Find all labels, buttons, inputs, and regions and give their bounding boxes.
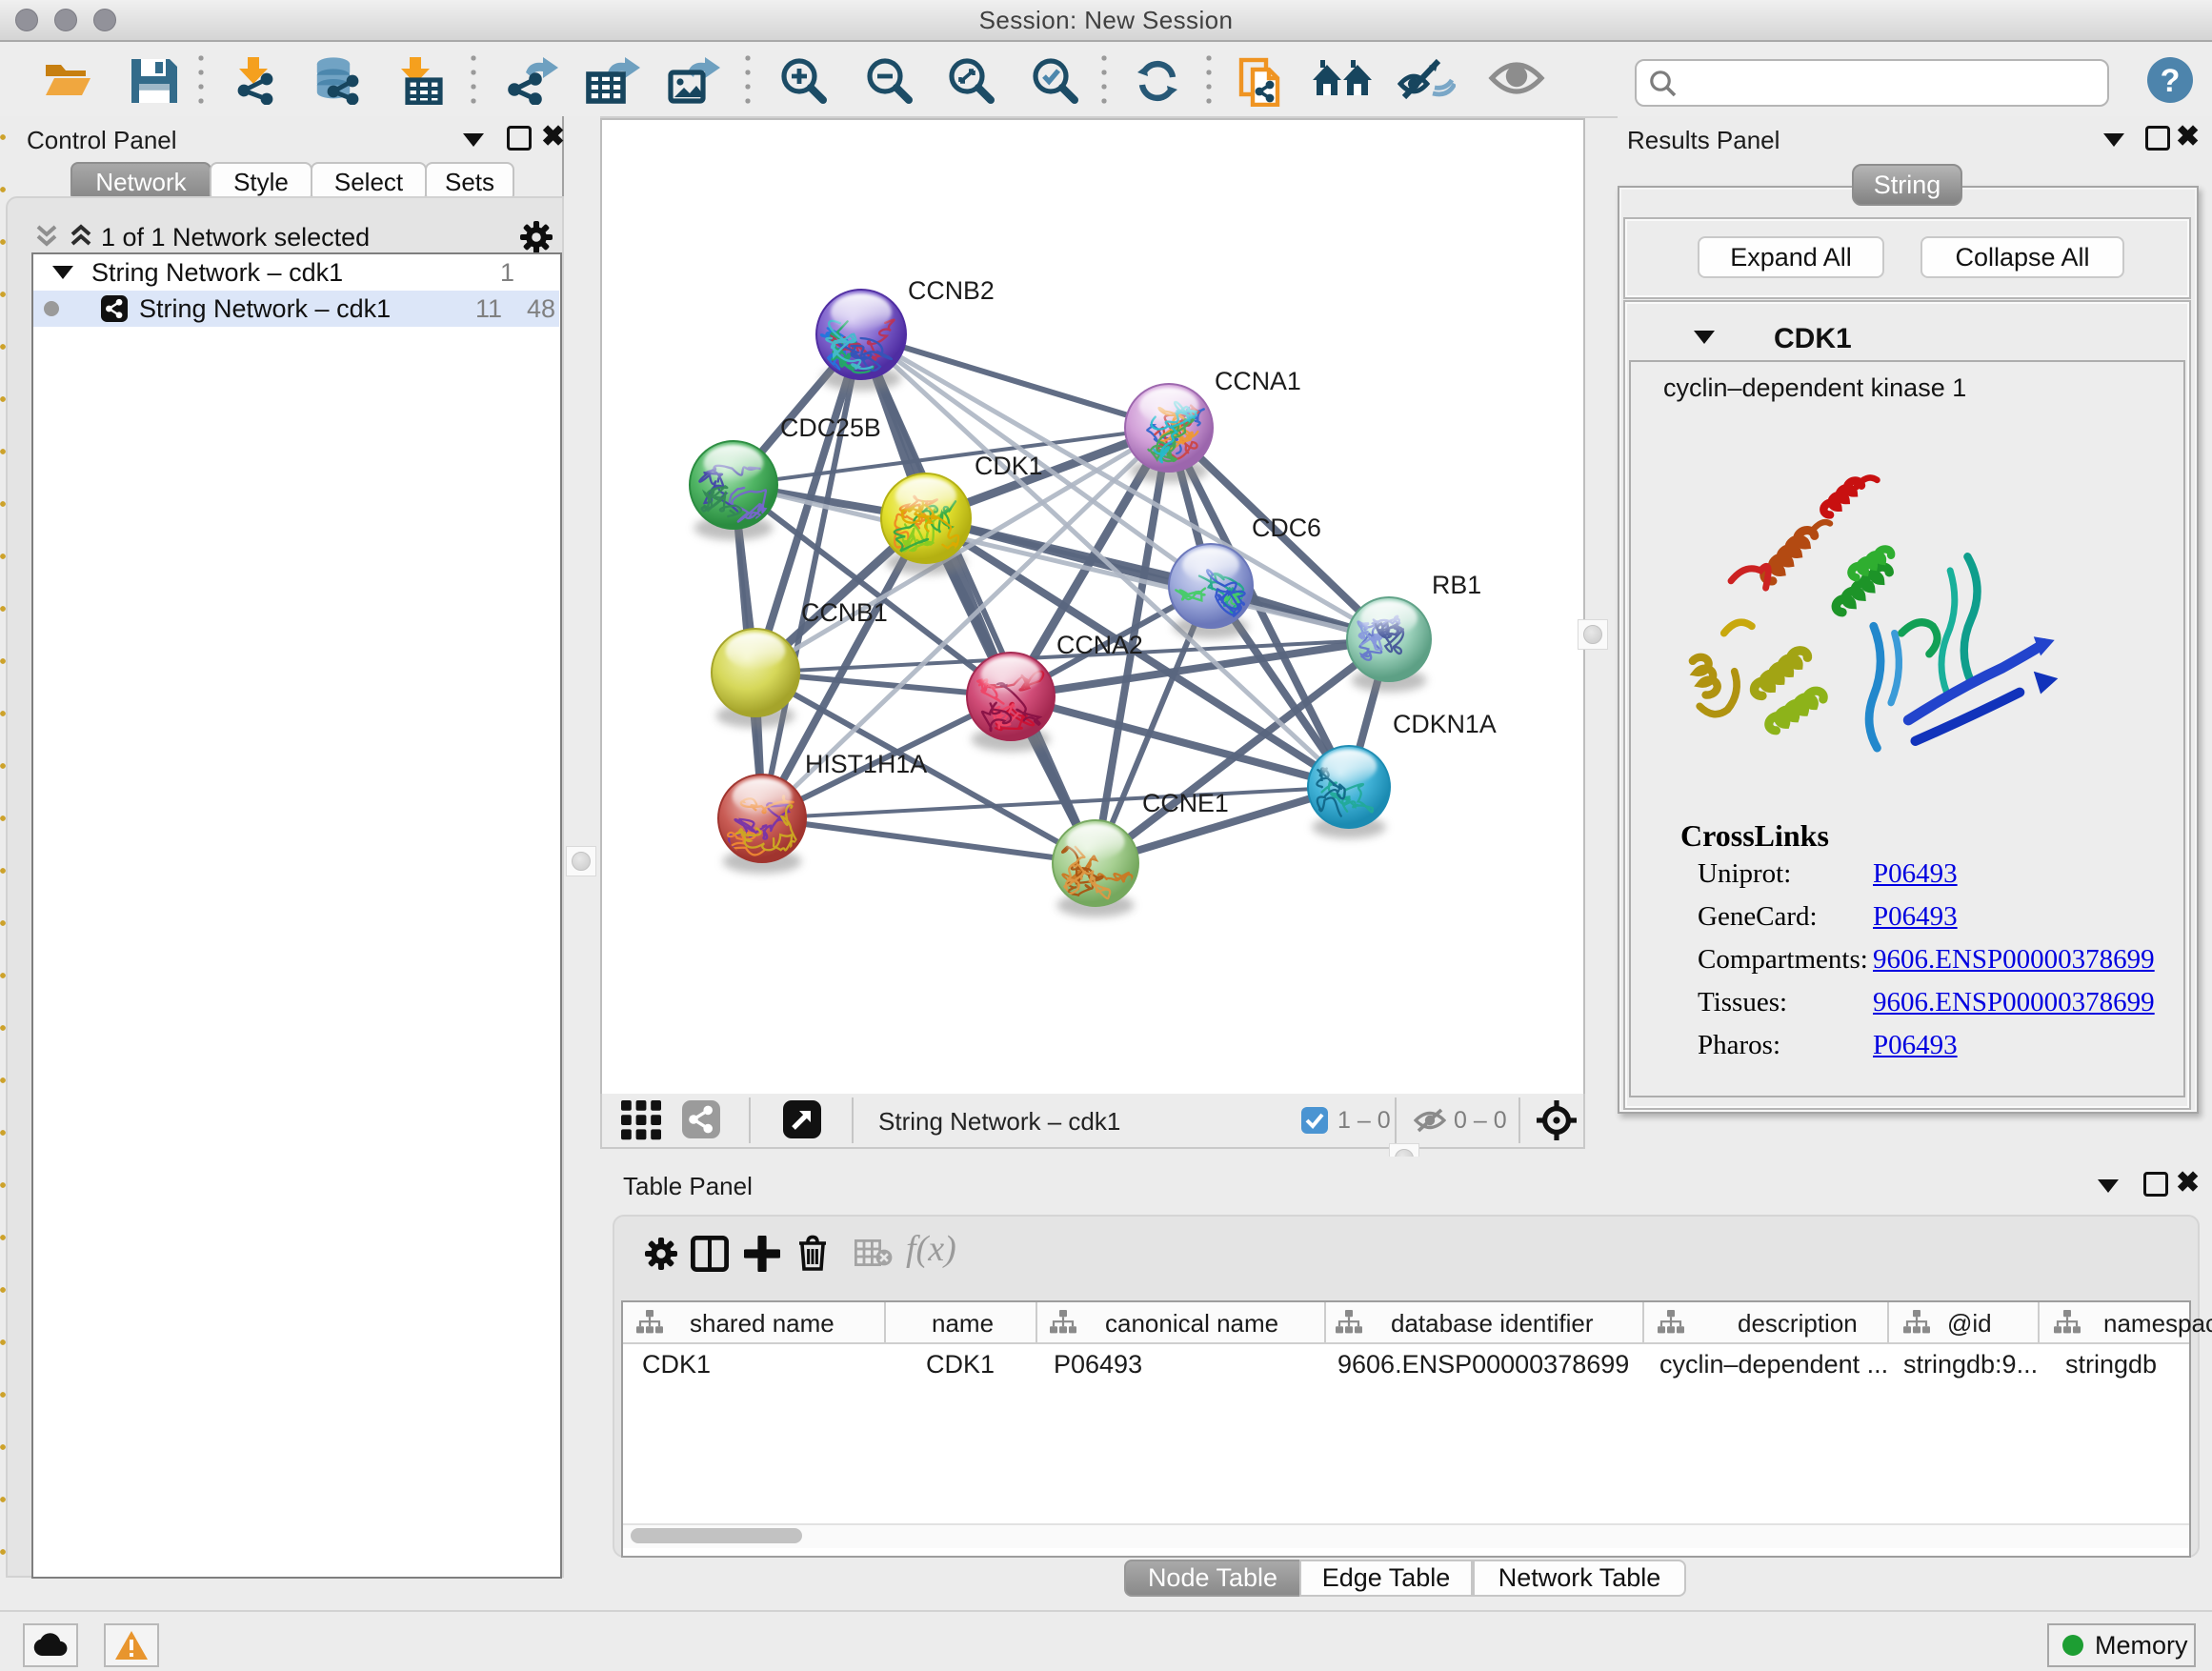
- svg-text:CDK1: CDK1: [975, 452, 1042, 480]
- svg-text:CDC6: CDC6: [1252, 513, 1321, 542]
- svg-text:CCNE1: CCNE1: [1142, 789, 1229, 817]
- svg-text:RB1: RB1: [1432, 571, 1481, 599]
- svg-text:HIST1H1A: HIST1H1A: [805, 750, 927, 778]
- svg-text:CCNB2: CCNB2: [908, 276, 995, 305]
- svg-text:CCNA2: CCNA2: [1056, 631, 1143, 659]
- svg-text:CDC25B: CDC25B: [780, 413, 881, 442]
- svg-text:CCNB1: CCNB1: [801, 598, 888, 627]
- svg-text:CDKN1A: CDKN1A: [1393, 710, 1497, 738]
- svg-text:CCNA1: CCNA1: [1215, 367, 1301, 395]
- svg-text:?: ?: [2161, 63, 2181, 99]
